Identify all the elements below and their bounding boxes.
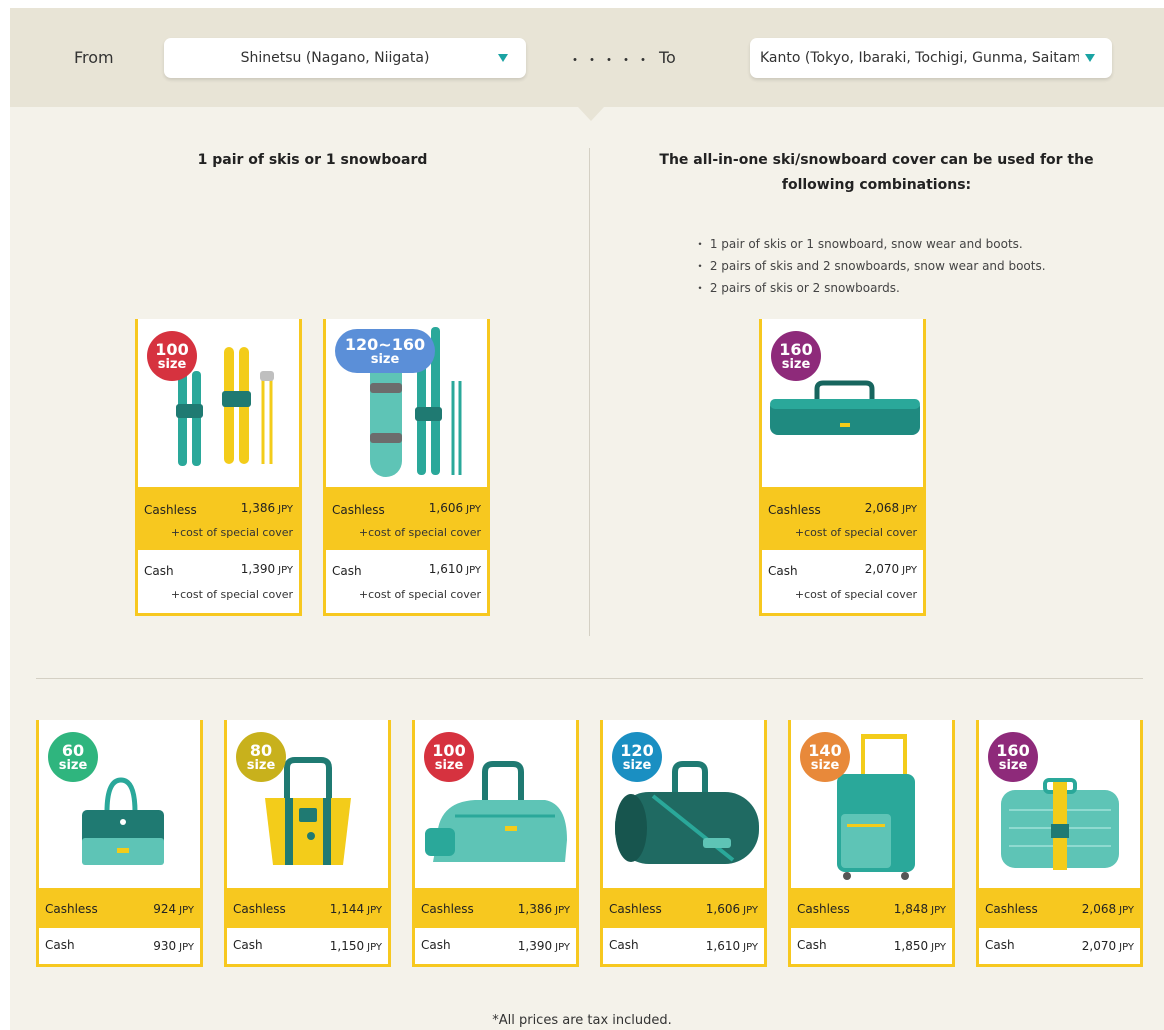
cash-price-row: Cash 1,150 JPY [227, 928, 388, 964]
cashless-price: 1,606 JPY [705, 902, 758, 916]
list-item: ・ 1 pair of skis or 1 snowboard, snow we… [694, 237, 1023, 251]
cash-label: Cash [421, 938, 451, 952]
bag-price-card-60: 60 size Cashless 924 JPY Cash 930 JPY [36, 720, 203, 967]
size-badge: 140 size [800, 732, 850, 782]
to-label: To [659, 48, 676, 67]
cashless-price-row: Cashless 1,386 JPY [415, 888, 576, 928]
special-cover-note: +cost of special cover [358, 588, 481, 601]
cashless-label: Cashless [144, 503, 197, 517]
cashless-label: Cashless [421, 902, 474, 916]
cash-price-row: Cash 1,610 JPY [603, 928, 764, 964]
cash-price: 2,070 JPY [864, 562, 917, 576]
cashless-price: 924 JPY [153, 902, 194, 916]
size-badge: 80 size [236, 732, 286, 782]
cash-price: 1,850 JPY [893, 939, 946, 953]
tax-note: *All prices are tax included. [492, 1013, 672, 1028]
route-separator-dots: ・・・・・ [568, 53, 653, 69]
cashless-label: Cashless [233, 902, 286, 916]
cash-price: 1,390 JPY [240, 562, 293, 576]
cashless-price-row: Cashless 1,386 JPY +cost of special cover [138, 487, 299, 550]
bag-price-card-140: 140 size Cashless 1,848 JPY Cash 1,850 JPY [788, 720, 955, 967]
cash-price-row: Cash 1,390 JPY [415, 928, 576, 964]
bag-price-card-100: 100 size Cashless 1,386 JPY Cash 1,390 JPY [412, 720, 579, 967]
ski-cover-price-card-160: 160 size Cashless 2,068 JPY +cost of spec… [759, 319, 926, 616]
cashless-price-row: Cashless 1,606 JPY +cost of special cover [326, 487, 487, 550]
section-divider-vertical [589, 148, 590, 636]
cash-price: 1,390 JPY [517, 939, 570, 953]
cash-price-row: Cash 930 JPY [39, 928, 200, 964]
cash-label: Cash [797, 938, 827, 952]
from-label: From [74, 48, 114, 67]
list-item: ・ 2 pairs of skis and 2 snowboards, snow… [694, 259, 1046, 273]
ski-single-heading: 1 pair of skis or 1 snowboard [197, 152, 428, 168]
cash-price: 1,150 JPY [329, 939, 382, 953]
cash-label: Cash [332, 564, 362, 578]
ski-cover-combinations-list: ・ 1 pair of skis or 1 snowboard, snow we… [694, 233, 1046, 299]
cashless-label: Cashless [332, 503, 385, 517]
ski-price-card-120-160: 120~160 size Cashless 1,606 JPY +cost of … [323, 319, 490, 616]
special-cover-note: +cost of special cover [794, 526, 917, 539]
to-select-value: Kanto (Tokyo, Ibaraki, Tochigi, Gunma, S… [760, 50, 1079, 66]
size-badge: 100 size [424, 732, 474, 782]
bag-price-card-160: 160 size Cashless 2,068 JPY Cash 2,070 JPY [976, 720, 1143, 967]
cashless-price: 1,386 JPY [517, 902, 570, 916]
cash-label: Cash [985, 938, 1015, 952]
ski-cover-heading-line1: The all-in-one ski/snowboard cover can b… [659, 152, 1094, 168]
cashless-price: 2,068 JPY [864, 501, 917, 515]
cashless-price: 1,848 JPY [893, 902, 946, 916]
cashless-label: Cashless [985, 902, 1038, 916]
size-badge: 120 size [612, 732, 662, 782]
cash-price-row: Cash 2,070 JPY +cost of special cover [762, 550, 923, 613]
cash-label: Cash [768, 564, 798, 578]
cash-price-row: Cash 1,390 JPY +cost of special cover [138, 550, 299, 613]
list-item: ・ 2 pairs of skis or 2 snowboards. [694, 281, 900, 295]
from-select-value: Shinetsu (Nagano, Niigata) [240, 50, 430, 66]
cashless-price: 2,068 JPY [1081, 902, 1134, 916]
cash-price: 1,610 JPY [428, 562, 481, 576]
special-cover-note: +cost of special cover [358, 526, 481, 539]
cashless-label: Cashless [768, 503, 821, 517]
cash-label: Cash [609, 938, 639, 952]
special-cover-note: +cost of special cover [170, 588, 293, 601]
from-select[interactable]: Shinetsu (Nagano, Niigata) [164, 38, 526, 78]
ski-price-card-100: 100 size Cashless 1,386 JPY +cost of spec… [135, 319, 302, 616]
special-cover-note: +cost of special cover [794, 588, 917, 601]
cash-price-row: Cash 1,610 JPY +cost of special cover [326, 550, 487, 613]
special-cover-note: +cost of special cover [170, 526, 293, 539]
cash-price: 2,070 JPY [1081, 939, 1134, 953]
cashless-price-row: Cashless 2,068 JPY [979, 888, 1140, 928]
cashless-price-row: Cashless 924 JPY [39, 888, 200, 928]
dropdown-arrow-icon [1085, 54, 1095, 62]
cash-price: 930 JPY [153, 939, 194, 953]
size-badge: 60 size [48, 732, 98, 782]
size-badge: 160 size [988, 732, 1038, 782]
cashless-price-row: Cashless 1,144 JPY [227, 888, 388, 928]
size-badge: 120~160 size [335, 329, 435, 373]
cashless-price: 1,606 JPY [428, 501, 481, 515]
cashless-label: Cashless [797, 902, 850, 916]
cashless-price: 1,386 JPY [240, 501, 293, 515]
size-badge: 100 size [147, 331, 197, 381]
bag-price-card-120: 120 size Cashless 1,606 JPY Cash 1,610 JPY [600, 720, 767, 967]
cashless-label: Cashless [609, 902, 662, 916]
ski-cover-heading-line2: following combinations: [781, 177, 972, 193]
section-divider-horizontal [36, 678, 1143, 679]
cash-label: Cash [233, 938, 263, 952]
cashless-price-row: Cashless 2,068 JPY +cost of special cover [762, 487, 923, 550]
cash-label: Cash [144, 564, 174, 578]
cashless-price-row: Cashless 1,606 JPY [603, 888, 764, 928]
dropdown-arrow-icon [498, 54, 508, 62]
bag-price-card-80: 80 size Cashless 1,144 JPY Cash 1,150 JPY [224, 720, 391, 967]
cashless-label: Cashless [45, 902, 98, 916]
cash-price-row: Cash 1,850 JPY [791, 928, 952, 964]
cash-price: 1,610 JPY [705, 939, 758, 953]
to-select[interactable]: Kanto (Tokyo, Ibaraki, Tochigi, Gunma, S… [750, 38, 1112, 78]
cashless-price-row: Cashless 1,848 JPY [791, 888, 952, 928]
cash-price-row: Cash 2,070 JPY [979, 928, 1140, 964]
cash-label: Cash [45, 938, 75, 952]
route-bar-pointer [578, 107, 604, 121]
cashless-price: 1,144 JPY [329, 902, 382, 916]
size-badge: 160 size [771, 331, 821, 381]
